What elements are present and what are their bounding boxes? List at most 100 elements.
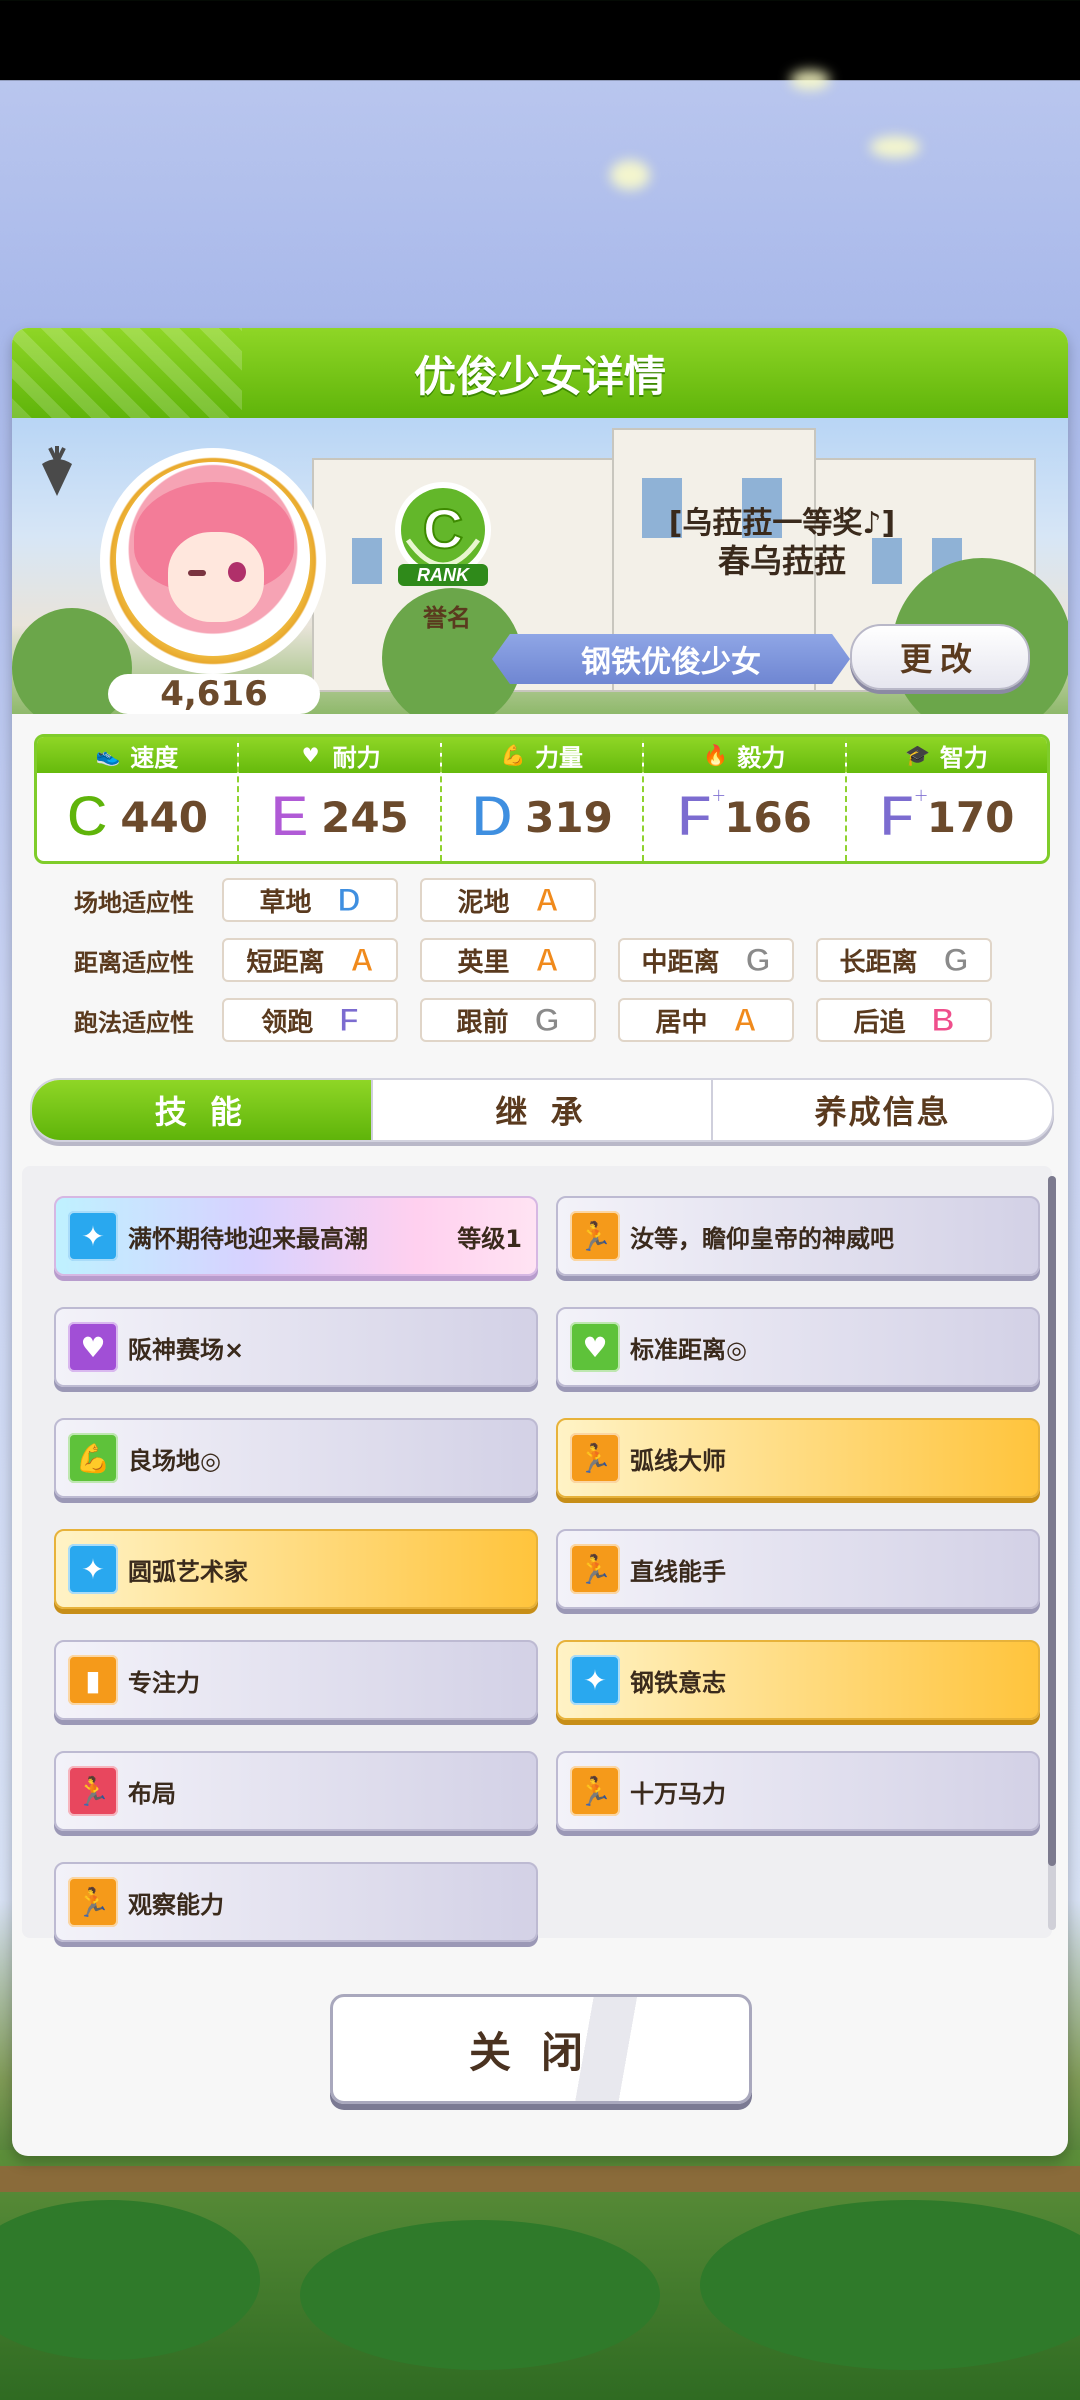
- skill-card[interactable]: ✦ 圆弧艺术家: [54, 1529, 538, 1609]
- aptitude-row: 距离适应性 短距离 A 英里 A 中距离 G 长距离 G: [34, 938, 1014, 982]
- skill-card[interactable]: ▮ 专注力: [54, 1640, 538, 1720]
- aptitude-cell: 泥地 A: [420, 878, 596, 922]
- aptitude-cell: 草地 D: [222, 878, 398, 922]
- sky-sparkle: [610, 160, 650, 190]
- dialog-title: 优俊少女详情: [413, 351, 666, 401]
- aptitude-grade: A: [733, 1001, 757, 1038]
- skill-name: 观察能力: [128, 1890, 224, 1919]
- dialog-header: 优俊少女详情: [12, 328, 1068, 418]
- aptitude-grade: G: [745, 941, 771, 978]
- stat-label: 速度: [130, 743, 179, 772]
- aptitude-grade: B: [931, 1001, 955, 1038]
- runner-icon: 🏃: [68, 1766, 118, 1816]
- skill-name: 汝等，瞻仰皇帝的神威吧: [630, 1224, 894, 1253]
- skill-card[interactable]: 🏃 十万马力: [556, 1751, 1040, 1831]
- runner-icon: 🏃: [68, 1877, 118, 1927]
- skill-name: 十万马力: [630, 1779, 726, 1808]
- aptitude-cell: 领跑 F: [222, 998, 398, 1042]
- avatar[interactable]: [116, 462, 310, 656]
- runner-icon: 🏃: [570, 1766, 620, 1816]
- tab-0[interactable]: 技 能: [32, 1080, 373, 1140]
- stat-value: 170: [926, 792, 1015, 842]
- heart-icon: ♥: [570, 1322, 620, 1372]
- skill-card[interactable]: ♥ 标准距离◎: [556, 1307, 1040, 1387]
- bush: [300, 2220, 660, 2370]
- aptitude-grade: A: [535, 941, 559, 978]
- stat-3: 🔥 毅力 F +166: [644, 737, 847, 861]
- epithet-ribbon: 钢铁优俊少女: [492, 634, 850, 684]
- stat-value: 245: [321, 792, 409, 842]
- aptitude-name: 泥地: [457, 887, 510, 918]
- aptitude-row: 跑法适应性 领跑 F 跟前 G 居中 A 后追 B: [34, 998, 1014, 1042]
- tab-1[interactable]: 继 承: [373, 1080, 714, 1140]
- aptitude-name: 草地: [259, 887, 312, 918]
- stat-value: 440: [120, 792, 208, 842]
- skill-card[interactable]: 🏃 布局: [54, 1751, 538, 1831]
- sparkle-icon: ✦: [68, 1544, 118, 1594]
- skill-card[interactable]: 🏃 观察能力: [54, 1862, 538, 1942]
- muscle-icon: 💪: [68, 1433, 118, 1483]
- skill-card[interactable]: 🏃 弧线大师: [556, 1418, 1040, 1498]
- skill-name: 布局: [128, 1779, 176, 1808]
- gate-icon: ▮: [68, 1655, 118, 1705]
- rank-caption: 誉名: [423, 604, 471, 632]
- aptitude-name: 长距离: [839, 947, 918, 978]
- aptitude-grade: A: [350, 941, 374, 978]
- aptitude-grade: G: [943, 941, 969, 978]
- stat-grade: F +: [878, 780, 929, 849]
- profile-banner: 4,616 C RANK 誉名 [乌菈菈一等奖♪] 春乌菈菈 钢铁优俊少女 更改: [12, 418, 1068, 714]
- stat-grade: C: [65, 784, 109, 849]
- skill-name: 圆弧艺术家: [128, 1557, 248, 1586]
- aptitude-grade: A: [535, 881, 559, 918]
- stat-header: 🎓 智力: [846, 737, 1047, 773]
- skill-card[interactable]: ♥ 阪神赛场×: [54, 1307, 538, 1387]
- aptitude-cell: 英里 A: [420, 938, 596, 982]
- detail-tabs: 技 能继 承养成信息: [30, 1078, 1054, 1142]
- sky-sparkle: [790, 70, 830, 90]
- skill-card[interactable]: 🏃 汝等，瞻仰皇帝的神威吧: [556, 1196, 1040, 1276]
- aptitude-name: 领跑: [261, 1007, 314, 1038]
- scrollbar-thumb[interactable]: [1048, 1176, 1056, 1866]
- skill-name: 专注力: [128, 1668, 200, 1697]
- stat-label: 耐力: [332, 743, 381, 772]
- stat-2: 💪 力量 D 319: [441, 737, 645, 861]
- stat-label: 智力: [939, 743, 988, 772]
- aptitude-cell: 居中 A: [618, 998, 794, 1042]
- rank-letter: C: [423, 497, 463, 560]
- stat-body: F +170: [847, 773, 1047, 861]
- skill-name: 良场地◎: [128, 1446, 221, 1475]
- skill-card[interactable]: 💪 良场地◎: [54, 1418, 538, 1498]
- stat-header: ♥ 耐力: [239, 737, 440, 773]
- rank-badge-icon: C RANK: [395, 482, 491, 586]
- muscle-icon: 💪: [500, 743, 526, 767]
- skill-list-scrollbar[interactable]: [1048, 1176, 1056, 1930]
- skill-card[interactable]: ✦ 钢铁意志: [556, 1640, 1040, 1720]
- close-button[interactable]: 关闭: [330, 1994, 752, 2104]
- skill-card[interactable]: ✦ 满怀期待地迎来最高潮 等级1: [54, 1196, 538, 1276]
- skill-card[interactable]: 🏃 直线能手: [556, 1529, 1040, 1609]
- heart-icon: ♥: [68, 1322, 118, 1372]
- aptitude-grade: D: [337, 881, 361, 918]
- aptitude-row: 场地适应性 草地 D 泥地 A: [34, 878, 618, 922]
- aptitude-label: 跑法适应性: [74, 1008, 194, 1037]
- skill-name: 弧线大师: [630, 1446, 726, 1475]
- skill-level: 等级1: [457, 1224, 522, 1253]
- aptitude-name: 跟前: [456, 1007, 509, 1038]
- stat-4: 🎓 智力 F +170: [846, 737, 1047, 861]
- stat-header: 🔥 毅力: [644, 737, 845, 773]
- tab-2[interactable]: 养成信息: [713, 1080, 1052, 1140]
- skill-list: ✦ 满怀期待地迎来最高潮 等级1 🏃 汝等，瞻仰皇帝的神威吧 ♥ 阪神赛场× ♥ 标准距离◎ 💪 良…: [22, 1166, 1056, 1942]
- character-name: 春乌菈菈: [717, 542, 846, 580]
- stat-value: 166: [724, 792, 812, 842]
- skill-name: 钢铁意志: [630, 1668, 726, 1697]
- aptitude-grade: F: [339, 1001, 360, 1038]
- stat-1: ♥ 耐力 E 245: [239, 737, 442, 861]
- stat-grade: F +: [676, 780, 727, 849]
- runner-icon: 🏃: [570, 1211, 620, 1261]
- stat-0: 👟 速度 C 440: [37, 737, 240, 861]
- rank-label: RANK: [417, 565, 471, 585]
- aptitude-label: 场地适应性: [74, 888, 194, 917]
- aptitude-cell: 长距离 G: [816, 938, 992, 982]
- aptitude-name: 居中: [655, 1007, 708, 1038]
- change-epithet-button[interactable]: 更改: [850, 624, 1030, 690]
